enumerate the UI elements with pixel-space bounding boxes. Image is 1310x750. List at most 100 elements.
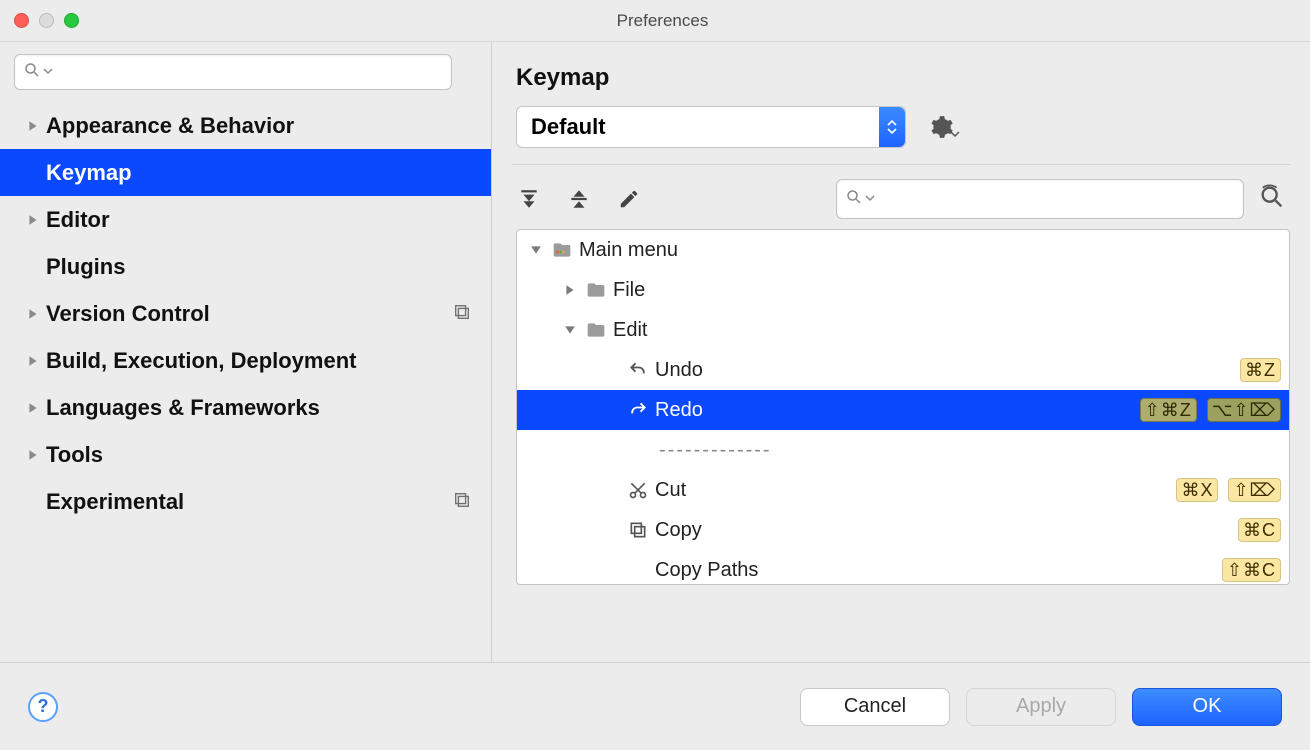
tree-label: Undo bbox=[651, 359, 1240, 382]
sidebar-item-editor[interactable]: Editor bbox=[0, 196, 491, 243]
expand-all-button[interactable] bbox=[516, 186, 542, 212]
tree-action-redo[interactable]: Redo ⇧⌘Z ⌥⇧⌦ bbox=[517, 390, 1289, 430]
help-button[interactable]: ? bbox=[28, 692, 58, 722]
tree-label: ------------- bbox=[655, 439, 1281, 462]
shortcut-badge: ⌘Z bbox=[1240, 358, 1281, 382]
sidebar-item-plugins[interactable]: Plugins bbox=[0, 243, 491, 290]
folder-icon bbox=[583, 280, 609, 300]
button-label: Cancel bbox=[844, 695, 906, 718]
shortcut-badge: ⇧⌘Z bbox=[1140, 398, 1197, 422]
sidebar-item-languages-frameworks[interactable]: Languages & Frameworks bbox=[0, 384, 491, 431]
expand-arrow-icon bbox=[20, 214, 46, 226]
collapse-arrow-icon bbox=[523, 244, 549, 256]
sidebar-item-label: Keymap bbox=[46, 160, 471, 186]
keymap-panel: Keymap Default bbox=[492, 42, 1310, 662]
help-label: ? bbox=[38, 696, 49, 717]
window-controls bbox=[14, 13, 79, 28]
tree-action-cut[interactable]: Cut ⌘X ⇧⌦ bbox=[517, 470, 1289, 510]
shortcut-badge: ⇧⌦ bbox=[1228, 478, 1281, 502]
shortcuts: ⌘X ⇧⌦ bbox=[1176, 478, 1281, 502]
tree-label: Redo bbox=[651, 399, 1140, 422]
collapse-all-button[interactable] bbox=[566, 186, 592, 212]
shortcut-badge: ⇧⌘C bbox=[1222, 558, 1281, 582]
keymap-actions-button[interactable] bbox=[928, 114, 960, 140]
chevron-down-icon bbox=[865, 190, 877, 208]
button-label: Apply bbox=[1016, 695, 1066, 718]
select-stepper-icon bbox=[879, 107, 905, 147]
button-label: OK bbox=[1193, 695, 1222, 718]
tree-group-main-menu[interactable]: Main menu bbox=[517, 230, 1289, 270]
sidebar-item-build-execution-deployment[interactable]: Build, Execution, Deployment bbox=[0, 337, 491, 384]
copy-icon bbox=[625, 520, 651, 540]
find-by-shortcut-button[interactable] bbox=[1258, 183, 1286, 216]
tree-label: Copy bbox=[651, 519, 1238, 542]
search-icon bbox=[845, 188, 865, 211]
tree-group-edit[interactable]: Edit bbox=[517, 310, 1289, 350]
shortcuts: ⌘Z bbox=[1240, 358, 1281, 382]
collapse-arrow-icon bbox=[557, 324, 583, 336]
ok-button[interactable]: OK bbox=[1132, 688, 1282, 726]
tree-label: Copy Paths bbox=[651, 559, 1222, 582]
sidebar-item-label: Appearance & Behavior bbox=[46, 113, 471, 139]
zoom-window-button[interactable] bbox=[64, 13, 79, 28]
sidebar-search[interactable] bbox=[14, 54, 452, 90]
tree-group-file[interactable]: File bbox=[517, 270, 1289, 310]
tree-label: Main menu bbox=[575, 239, 1281, 262]
expand-arrow-icon bbox=[20, 120, 46, 132]
tree-label: Cut bbox=[651, 479, 1176, 502]
expand-arrow-icon bbox=[20, 355, 46, 367]
edit-shortcut-button[interactable] bbox=[616, 186, 642, 212]
preferences-sidebar: Appearance & Behavior Keymap Editor Plug… bbox=[0, 42, 492, 662]
actions-tree[interactable]: Main menu File Edit bbox=[516, 229, 1290, 585]
divider bbox=[512, 164, 1290, 165]
shortcuts: ⇧⌘Z ⌥⇧⌦ bbox=[1140, 398, 1281, 422]
sidebar-item-label: Experimental bbox=[46, 489, 453, 515]
sidebar-item-label: Build, Execution, Deployment bbox=[46, 348, 471, 374]
tree-action-copy-paths[interactable]: Copy Paths ⇧⌘C bbox=[517, 550, 1289, 585]
tree-action-copy[interactable]: Copy ⌘C bbox=[517, 510, 1289, 550]
sidebar-item-experimental[interactable]: Experimental bbox=[0, 478, 491, 525]
shortcut-badge: ⌘C bbox=[1238, 518, 1281, 542]
keymap-select-value: Default bbox=[531, 114, 606, 140]
project-scope-icon bbox=[453, 301, 471, 327]
folder-icon bbox=[549, 240, 575, 260]
undo-icon bbox=[625, 360, 651, 380]
sidebar-item-label: Languages & Frameworks bbox=[46, 395, 471, 421]
shortcuts: ⌘C bbox=[1238, 518, 1281, 542]
sidebar-item-keymap[interactable]: Keymap bbox=[0, 149, 491, 196]
shortcuts: ⇧⌘C bbox=[1222, 558, 1281, 582]
dialog-footer: ? Cancel Apply OK bbox=[0, 662, 1310, 750]
redo-icon bbox=[625, 400, 651, 420]
cut-icon bbox=[625, 480, 651, 500]
window-title: Preferences bbox=[79, 11, 1246, 31]
sidebar-item-version-control[interactable]: Version Control bbox=[0, 290, 491, 337]
project-scope-icon bbox=[453, 489, 471, 515]
keymap-select[interactable]: Default bbox=[516, 106, 906, 148]
tree-action-undo[interactable]: Undo ⌘Z bbox=[517, 350, 1289, 390]
tree-label: File bbox=[609, 279, 1281, 302]
apply-button[interactable]: Apply bbox=[966, 688, 1116, 726]
sidebar-item-label: Tools bbox=[46, 442, 471, 468]
action-search[interactable] bbox=[836, 179, 1244, 219]
action-search-input[interactable] bbox=[877, 191, 1235, 208]
sidebar-item-label: Version Control bbox=[46, 301, 453, 327]
minimize-window-button[interactable] bbox=[39, 13, 54, 28]
folder-icon bbox=[583, 320, 609, 340]
chevron-down-icon bbox=[43, 63, 55, 81]
close-window-button[interactable] bbox=[14, 13, 29, 28]
expand-arrow-icon bbox=[20, 402, 46, 414]
panel-title: Keymap bbox=[492, 42, 1310, 106]
shortcut-badge: ⌘X bbox=[1176, 478, 1218, 502]
expand-arrow-icon bbox=[20, 449, 46, 461]
tree-label: Edit bbox=[609, 319, 1281, 342]
expand-arrow-icon bbox=[557, 284, 583, 296]
sidebar-item-tools[interactable]: Tools bbox=[0, 431, 491, 478]
tree-separator: ------------- bbox=[517, 430, 1289, 470]
sidebar-item-label: Plugins bbox=[46, 254, 471, 280]
cancel-button[interactable]: Cancel bbox=[800, 688, 950, 726]
titlebar: Preferences bbox=[0, 0, 1310, 42]
sidebar-item-label: Editor bbox=[46, 207, 471, 233]
shortcut-badge: ⌥⇧⌦ bbox=[1207, 398, 1281, 422]
sidebar-search-input[interactable] bbox=[55, 64, 443, 81]
sidebar-item-appearance-behavior[interactable]: Appearance & Behavior bbox=[0, 102, 491, 149]
